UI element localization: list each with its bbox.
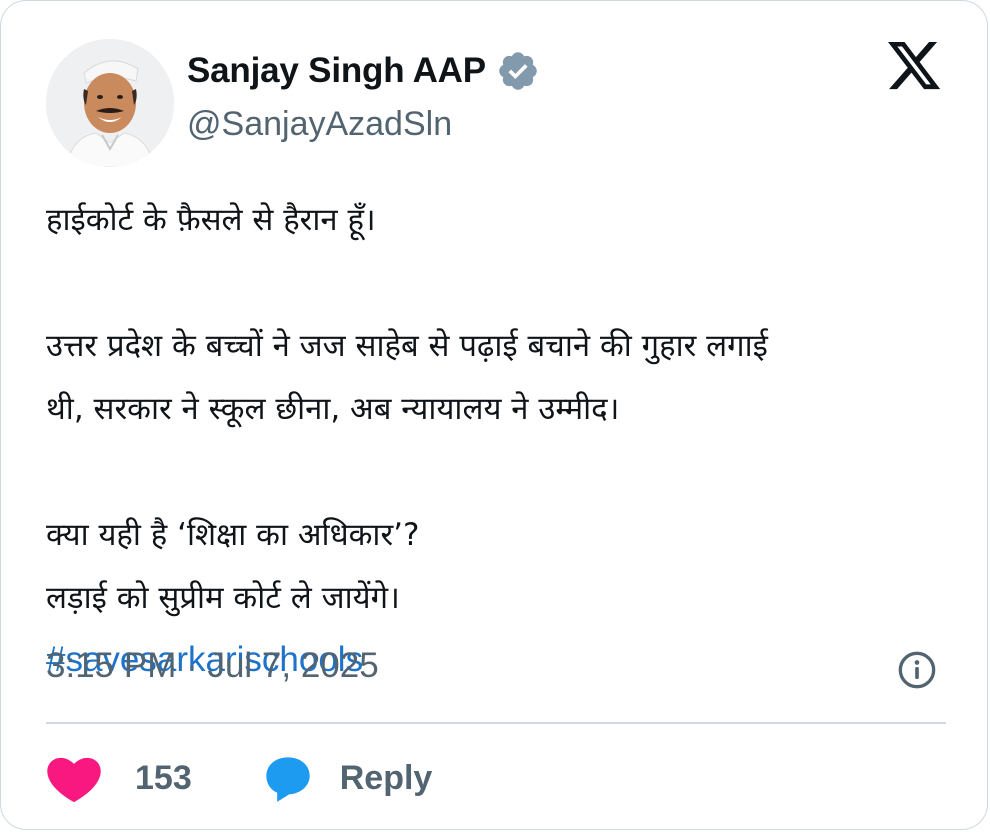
x-logo-icon[interactable]: [885, 41, 943, 95]
tweet-line: क्या यही है ‘शिक्षा का अधिकार’?: [46, 517, 420, 553]
tweet-line: थी, सरकार ने स्कूल छीना, अब न्यायालय ने …: [46, 391, 620, 427]
author-display-name[interactable]: Sanjay Singh AAP: [187, 51, 486, 91]
tweet-line: हाईकोर्ट के फ़ैसले से हैरान हूँ।: [46, 202, 376, 238]
divider: [46, 722, 946, 724]
avatar-image: [46, 39, 174, 167]
like-count: 153: [135, 758, 192, 797]
heart-icon[interactable]: [46, 753, 102, 803]
verified-badge-icon: [499, 52, 537, 90]
info-icon[interactable]: [897, 650, 937, 690]
reply-label: Reply: [339, 758, 433, 797]
tweet-blank-line: [46, 441, 946, 504]
tweet-line: लड़ाई को सुप्रीम कोर्ट ले जायेंगे।: [46, 580, 400, 616]
tweet-card: Sanjay Singh AAP @SanjayAzadSln हाईकोर्ट…: [0, 0, 988, 830]
tweet-text: हाईकोर्ट के फ़ैसले से हैरान हूँ। उत्तर प…: [46, 189, 946, 686]
reply-button[interactable]: Reply: [262, 752, 433, 804]
author-name-row: Sanjay Singh AAP: [187, 47, 540, 95]
action-bar: 153 Reply: [46, 747, 432, 809]
tweet-timestamp[interactable]: 3:15 PM · Jul 7, 2025: [46, 646, 379, 686]
tweet-line: उत्तर प्रदेश के बच्चों ने जज साहेब से पढ…: [46, 328, 768, 364]
author-handle[interactable]: @SanjayAzadSln: [187, 105, 452, 144]
avatar[interactable]: [46, 39, 174, 167]
tweet-blank-line: [46, 252, 946, 315]
reply-icon: [266, 757, 310, 802]
